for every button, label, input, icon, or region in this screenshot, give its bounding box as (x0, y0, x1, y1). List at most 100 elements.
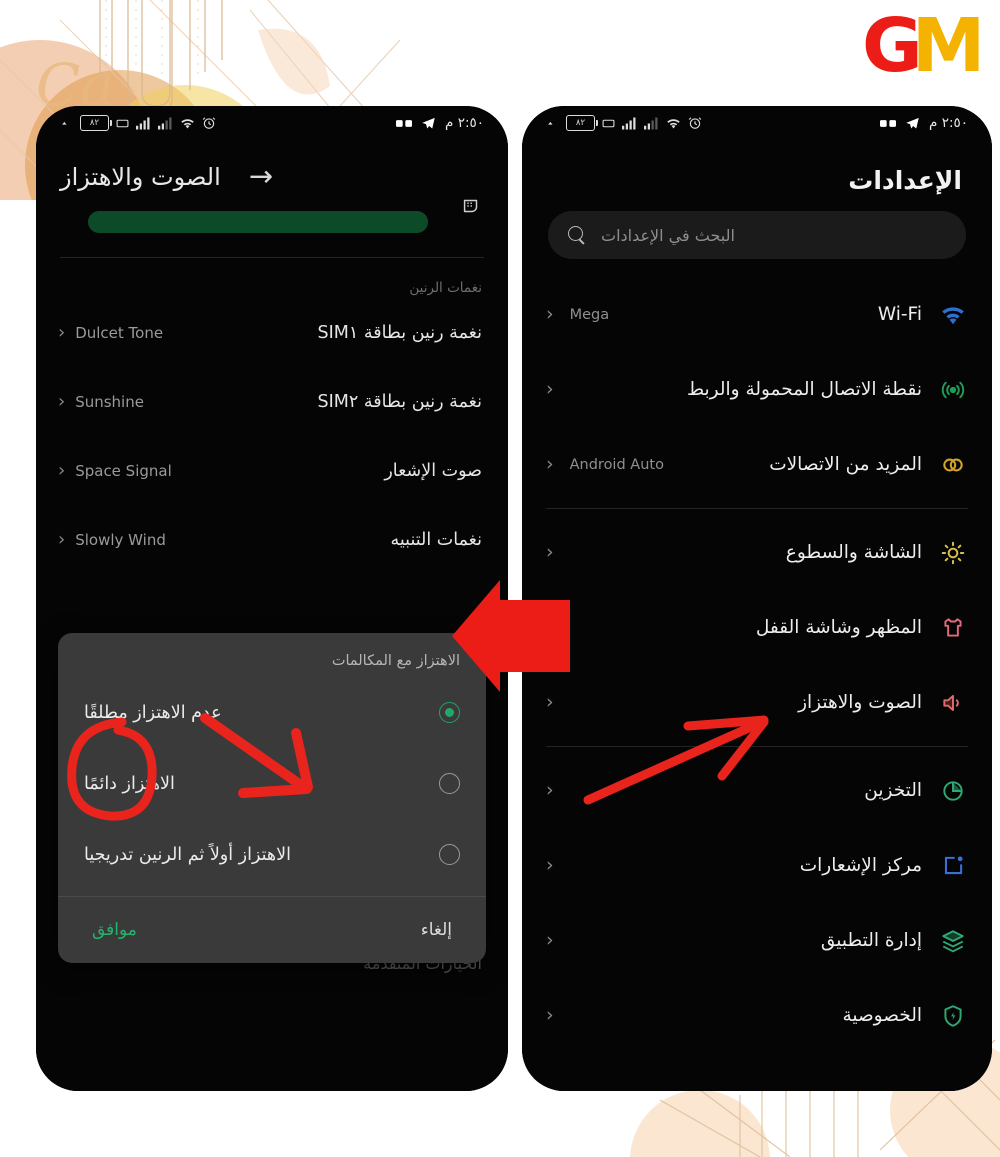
cancel-button[interactable]: إلغاء (421, 920, 452, 940)
sidebar-item-label: المظهر وشاشة القفل (755, 617, 922, 638)
hotspot-icon (938, 375, 968, 405)
shirt-icon (938, 613, 968, 643)
list-item-ringtone-sim1[interactable]: نغمة رنين بطاقة SIM١ Dulcet Tone ‹ (36, 298, 508, 367)
chevron-left-icon: ‹ (546, 378, 554, 400)
list-item-alarm-tones[interactable]: نغمات التنبيه Slowly Wind ‹ (36, 505, 508, 574)
ok-button[interactable]: موافق (92, 920, 137, 940)
list-item-value: Dulcet Tone (75, 323, 164, 342)
alarm-icon (202, 116, 216, 130)
sidebar-item-privacy[interactable]: الخصوصية ‹ (522, 978, 992, 1053)
dialog-actions: إلغاء موافق (58, 897, 486, 963)
sidebar-item-label: Wi-Fi (877, 304, 922, 325)
battery-icon: ٨٢ (80, 115, 112, 131)
list-item-ringtone-sim2[interactable]: نغمة رنين بطاقة SIM٢ Sunshine ‹ (36, 367, 508, 436)
ringtone-group: نغمة رنين بطاقة SIM١ Dulcet Tone ‹ نغمة … (36, 298, 508, 574)
search-icon (568, 225, 587, 245)
page-title: الصوت والاهتزاز (60, 162, 221, 191)
alarm-icon (688, 116, 702, 130)
chevron-left-icon: ‹ (546, 453, 554, 475)
radio-button[interactable] (439, 844, 460, 865)
status-bar-left-icons: ٨٢ (60, 115, 216, 131)
sidebar-item-more-connections[interactable]: المزيد من الاتصالات Android Auto ‹ (522, 427, 992, 502)
sidebar-item-label: المزيد من الاتصالات (769, 454, 922, 475)
battery-icon: ٨٢ (566, 115, 598, 131)
layers-icon (938, 926, 968, 956)
chevron-left-icon: ‹ (546, 691, 554, 713)
group-divider (546, 508, 968, 509)
sidebar-item-notification-center[interactable]: مركز الإشعارات ‹ (522, 828, 992, 903)
phone-right-settings: ٨٢ ٢:٥٠ م الإعدادات البحث في الإعدادات W… (522, 106, 992, 1091)
status-bar-time: ٢:٥٠ م (445, 115, 484, 131)
sidebar-item-display-brightness[interactable]: الشاشة والسطوع ‹ (522, 515, 992, 590)
row-value: Mega (569, 306, 610, 323)
chevron-left-icon: ‹ (58, 391, 66, 412)
telegram-icon (421, 116, 436, 131)
sidebar-item-wifi[interactable]: Wi-Fi Mega ‹ (522, 277, 992, 352)
vowifi-icon (602, 117, 615, 130)
speaker-icon (938, 688, 968, 718)
vowifi-icon (116, 117, 129, 130)
group-divider (60, 257, 484, 258)
list-item-label: صوت الإشعار (384, 460, 482, 481)
chevron-left-icon: ‹ (58, 460, 66, 481)
chevron-left-icon: ‹ (546, 541, 554, 563)
vibrate-icon (60, 117, 73, 130)
pie-chart-icon (938, 776, 968, 806)
group-divider (546, 746, 968, 747)
list-item-label: نغمة رنين بطاقة SIM٢ (317, 391, 482, 412)
logo-letter-g: G (862, 3, 923, 89)
search-input[interactable]: البحث في الإعدادات (548, 211, 966, 259)
settings-group-connectivity: Wi-Fi Mega ‹ نقطة الاتصال المحمولة والرب… (522, 277, 992, 502)
wifi-icon (180, 117, 195, 130)
dialog-title: الاهتزاز مع المكالمات (331, 653, 460, 669)
sidebar-item-app-management[interactable]: إدارة التطبيق ‹ (522, 903, 992, 978)
glasses-icon (396, 118, 413, 129)
chevron-left-icon: ‹ (546, 854, 554, 876)
settings-page-title: الإعدادات (848, 166, 962, 195)
sidebar-item-storage[interactable]: التخزين ‹ (522, 753, 992, 828)
chevron-left-icon: ‹ (546, 779, 554, 801)
sidebar-item-sound-vibration[interactable]: الصوت والاهتزاز ‹ (522, 665, 992, 740)
chevron-left-icon: ‹ (546, 1004, 554, 1026)
list-item-value: Space Signal (75, 461, 172, 480)
list-item-value: Slowly Wind (75, 530, 166, 549)
volume-slider[interactable] (88, 211, 428, 233)
sidebar-item-label: الشاشة والسطوع (785, 542, 922, 563)
wifi-icon (938, 300, 968, 330)
row-value: Android Auto (569, 456, 664, 473)
battery-level: ٨٢ (89, 118, 100, 128)
volume-icon (460, 195, 482, 222)
battery-level: ٨٢ (575, 118, 586, 128)
radio-option-vibrate-then-ring[interactable]: الاهتزاز أولاً ثم الرنين تدريجيا (58, 819, 486, 890)
radio-option-label: الاهتزاز أولاً ثم الرنين تدريجيا (84, 844, 291, 865)
sidebar-item-label: الخصوصية (842, 1005, 922, 1026)
glasses-icon (880, 118, 897, 129)
radio-option-always-vibrate[interactable]: الاهتزاز دائمًا (58, 748, 486, 819)
chevron-left-icon: ‹ (58, 529, 66, 550)
sidebar-item-hotspot[interactable]: نقطة الاتصال المحمولة والربط ‹ (522, 352, 992, 427)
arrow-left-icon[interactable]: → (249, 162, 273, 191)
signal-bars-2-icon (158, 117, 173, 130)
sidebar-item-label: مركز الإشعارات (799, 855, 922, 876)
vibration-dialog: الاهتزاز مع المكالمات عدم الاهتزاز مطلقً… (58, 633, 486, 963)
sound-title-row: → الصوت والاهتزاز (36, 140, 508, 193)
logo-letter-m: M (911, 3, 986, 89)
settings-search-wrap: البحث في الإعدادات (522, 199, 992, 277)
radio-option-label: الاهتزاز دائمًا (84, 773, 175, 794)
radio-button-selected[interactable] (439, 702, 460, 723)
volume-slider-area (36, 193, 508, 251)
settings-group-display: الشاشة والسطوع ‹ المظهر وشاشة القفل الصو… (522, 515, 992, 740)
chevron-left-icon: ‹ (546, 303, 554, 325)
sidebar-item-label: الصوت والاهتزاز (798, 692, 922, 713)
radio-option-never-vibrate[interactable]: عدم الاهتزاز مطلقًا (58, 677, 486, 748)
list-item-notification-sound[interactable]: صوت الإشعار Space Signal ‹ (36, 436, 508, 505)
radio-button[interactable] (439, 773, 460, 794)
search-placeholder: البحث في الإعدادات (601, 225, 735, 245)
phone-left-sound-vibration: ٨٢ ٢:٥٠ م → الصوت والاهتزاز نغمات الرنين… (36, 106, 508, 1091)
settings-screen: ٨٢ ٢:٥٠ م الإعدادات البحث في الإعدادات W… (522, 106, 992, 1091)
signal-bars-icon (622, 117, 637, 130)
brightness-icon (938, 538, 968, 568)
sidebar-item-theme-lockscreen[interactable]: المظهر وشاشة القفل (522, 590, 992, 665)
gm-logo: G M (862, 3, 986, 89)
signal-bars-icon (136, 117, 151, 130)
